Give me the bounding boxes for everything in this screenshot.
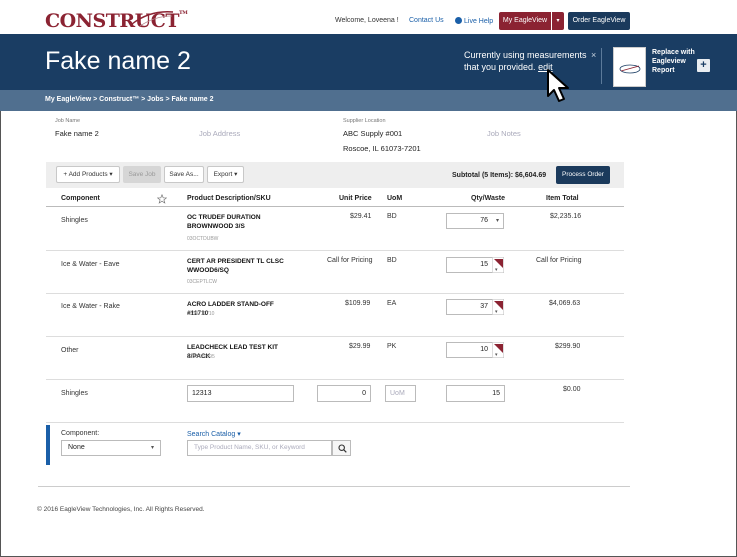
row4-waste-flag-icon[interactable]: ▾ <box>492 342 504 358</box>
row4-sku: 1783420595 <box>187 354 215 360</box>
supplier-location-label: Supplier Location <box>343 118 386 124</box>
column-header-component[interactable]: Component <box>61 195 100 202</box>
row3-component[interactable]: Ice & Water - Rake <box>61 303 120 310</box>
new-row-component[interactable]: Shingles <box>61 390 88 397</box>
live-help-icon <box>455 17 462 24</box>
add-products-button[interactable]: + Add Products ▾ <box>56 166 120 183</box>
save-as-button[interactable]: Save As... <box>164 166 204 183</box>
logo-swoosh-icon <box>131 11 174 27</box>
row3-waste-flag-icon[interactable]: ▾ <box>492 299 504 315</box>
row3-unit-price: $109.99 <box>345 300 371 307</box>
my-eagleview-button[interactable]: My EagleView <box>499 12 551 30</box>
row1-unit-price: $29.41 <box>350 213 372 220</box>
row3-item-total: $4,069.63 <box>549 300 581 307</box>
page-title: Fake name 2 <box>45 47 191 75</box>
row4-qty-input[interactable]: 10 <box>446 342 493 358</box>
row1-description: OC TRUDEF DURATION BROWNWOOD 3/S <box>187 214 261 230</box>
footer-divider <box>38 486 630 487</box>
row1-sku: 03OCTDUBW <box>187 236 219 242</box>
row4-unit-price: $29.99 <box>349 343 371 350</box>
copyright-footer: © 2016 EagleView Technologies, Inc. All … <box>37 506 205 513</box>
job-header: Fake name 2 Currently using measurements… <box>0 34 737 90</box>
header-divider <box>601 48 602 84</box>
row2-item-total: Call for Pricing <box>536 257 582 264</box>
row-divider <box>46 293 624 294</box>
job-name-field[interactable]: Fake name 2 <box>55 129 99 138</box>
replace-report-add-button[interactable]: + <box>697 59 710 72</box>
job-notes-field[interactable]: Job Notes <box>487 129 521 138</box>
chevron-down-icon: ▾ <box>150 445 154 451</box>
row3-uom: EA <box>387 300 397 307</box>
column-header-item-total[interactable]: Item Total <box>546 195 579 202</box>
search-icon <box>338 444 347 453</box>
row1-waste-dropdown[interactable]: ▾ <box>492 213 504 229</box>
row1-item-total: $2,235.16 <box>550 213 582 220</box>
new-row-uom-input[interactable]: UoM <box>385 385 416 402</box>
live-help-link[interactable]: Live Help <box>455 17 493 25</box>
row2-unit-price: Call for Pricing <box>327 257 373 264</box>
add-section-accent <box>46 425 50 465</box>
new-row-item-total: $0.00 <box>563 386 581 393</box>
row2-waste-flag-icon[interactable]: ▾ <box>492 257 504 273</box>
column-header-description[interactable]: Product Description/SKU <box>187 195 271 202</box>
row2-uom: BD <box>387 257 397 264</box>
new-row-description-input[interactable]: 12313 <box>187 385 294 402</box>
mouse-pointer-icon <box>547 69 569 102</box>
row3-sku: 0339711710 <box>187 311 215 317</box>
supplier-name[interactable]: ABC Supply #001 <box>343 129 402 138</box>
welcome-text: Welcome, Loveena ! <box>335 17 399 24</box>
row3-qty-input[interactable]: 37 <box>446 299 493 315</box>
row-divider <box>46 379 624 380</box>
component-select[interactable]: None ▾ <box>61 440 161 456</box>
header-divider-line <box>46 206 624 207</box>
job-name-label: Job Name <box>55 118 81 124</box>
row1-qty-input[interactable]: 76 <box>446 213 493 229</box>
catalog-search-input[interactable]: Type Product Name, SKU, or Keyword <box>187 440 332 456</box>
subtotal-text: Subtotal (5 Items): $6,604.69 <box>452 172 547 179</box>
component-select-label: Component: <box>61 430 100 437</box>
replace-report-label: Replace with Eagleview Report <box>652 49 695 74</box>
column-header-qty-waste[interactable]: Qty/Waste <box>471 195 505 202</box>
new-row-price-input[interactable]: 0 <box>317 385 371 402</box>
eagleview-report-thumbnail[interactable] <box>613 47 646 87</box>
row1-uom: BD <box>387 213 397 220</box>
breadcrumb-bar: My EagleView > Construct™ > Jobs > Fake … <box>0 90 737 111</box>
close-notice-icon[interactable]: × <box>591 50 596 60</box>
save-job-button[interactable]: Save Job <box>123 166 161 183</box>
row2-description: CERT AR PRESIDENT TL CLSC WWOOD6/SQ <box>187 258 284 274</box>
breadcrumb[interactable]: My EagleView > Construct™ > Jobs > Fake … <box>45 96 214 103</box>
favorite-star-icon[interactable] <box>157 194 167 204</box>
job-address-field[interactable]: Job Address <box>199 129 240 138</box>
row-divider <box>46 422 624 423</box>
row4-item-total: $299.90 <box>555 343 581 350</box>
my-eagleview-dropdown-toggle[interactable]: ▾ <box>552 12 564 30</box>
row2-sku: 03CEPTLCW <box>187 279 218 285</box>
row-divider <box>46 250 624 251</box>
row2-component[interactable]: Ice & Water - Eave <box>61 261 119 268</box>
search-catalog-dropdown[interactable]: Search Catalog ▾ <box>187 430 241 438</box>
supplier-city: Roscoe, IL 61073-7201 <box>343 144 421 153</box>
row-divider <box>46 336 624 337</box>
row4-uom: PK <box>387 343 397 350</box>
top-bar: CONSTRUCTTM Welcome, Loveena ! Contact U… <box>0 0 737 34</box>
order-eagleview-button[interactable]: Order EagleView <box>568 12 630 30</box>
catalog-search-button[interactable] <box>332 440 351 456</box>
process-order-button[interactable]: Process Order <box>556 166 610 184</box>
row2-qty-input[interactable]: 15 <box>446 257 493 273</box>
eagleview-logo-icon <box>619 64 641 74</box>
export-button[interactable]: Export ▾ <box>207 166 244 183</box>
row1-component[interactable]: Shingles <box>61 217 88 224</box>
contact-us-link[interactable]: Contact Us <box>409 17 444 24</box>
new-row-qty-input[interactable]: 15 <box>446 385 505 402</box>
column-header-unit-price[interactable]: Unit Price <box>339 195 372 202</box>
row4-component[interactable]: Other <box>61 347 79 354</box>
column-header-uom[interactable]: UoM <box>387 195 402 202</box>
